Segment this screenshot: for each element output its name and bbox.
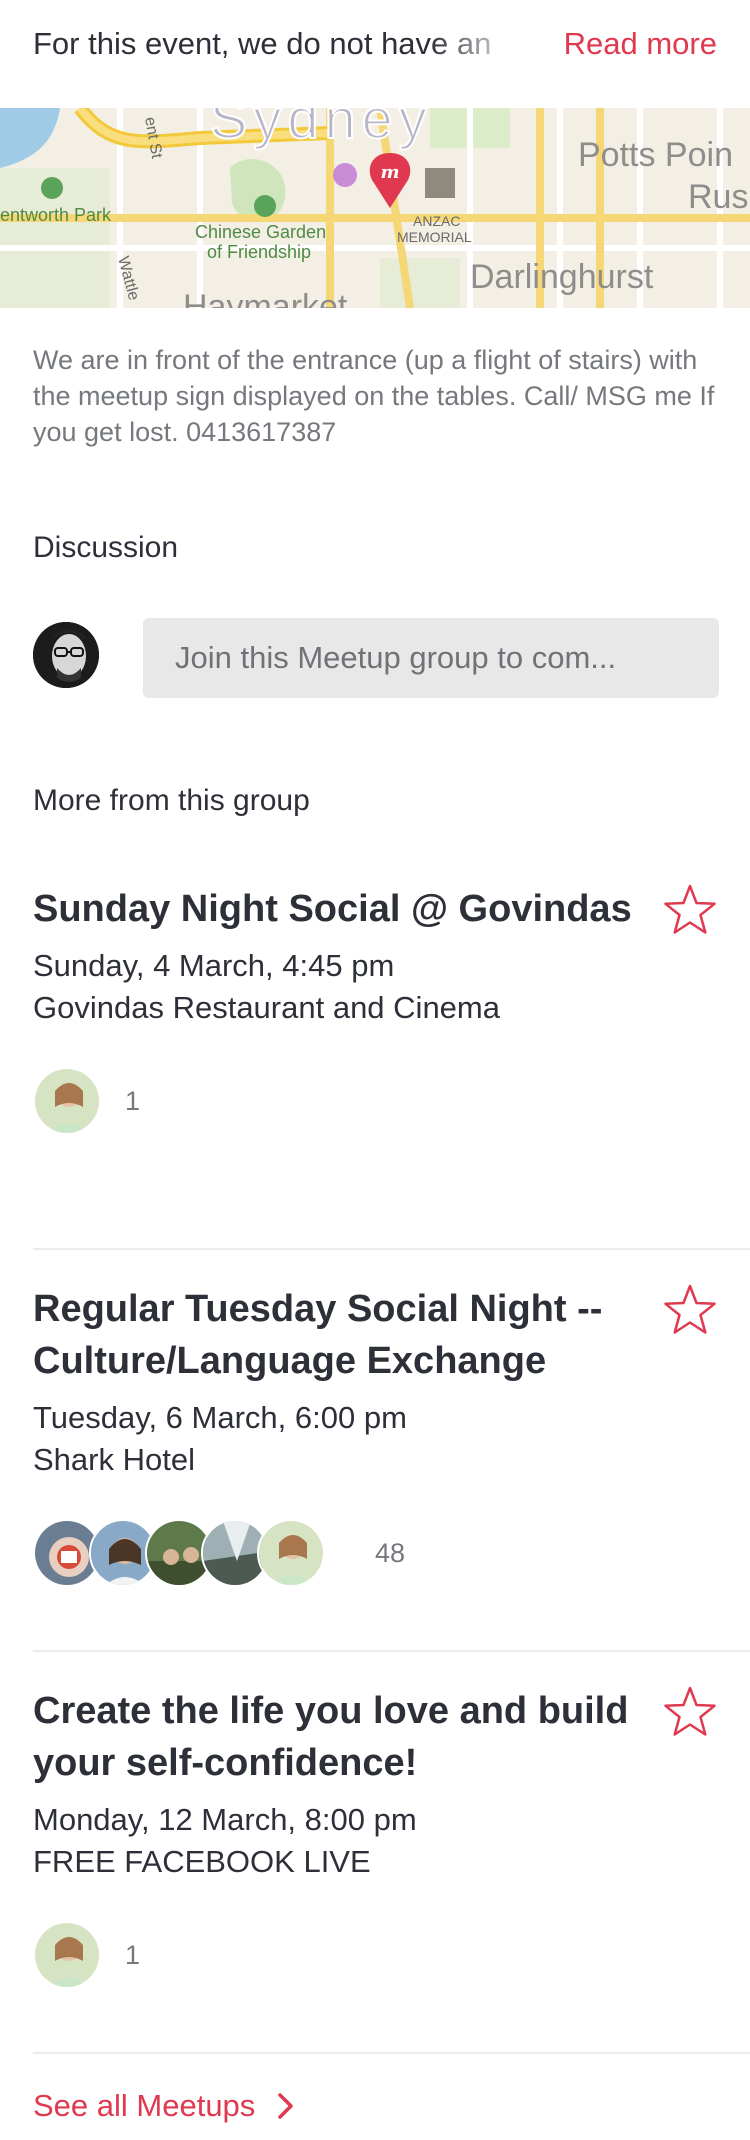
attendee-row[interactable]: 48 [33,1519,750,1587]
map-label-wentworth: entworth Park [0,205,112,225]
more-from-group-heading: More from this group [33,784,310,817]
event-title[interactable]: Regular Tuesday Social Night -- Culture/… [33,1283,643,1387]
event-description-row: For this event, we do not have an Read m… [0,0,750,108]
attendee-count: 1 [125,1940,141,1970]
event-card[interactable]: Regular Tuesday Social Night -- Culture/… [33,1283,750,1587]
star-icon[interactable] [663,883,717,937]
event-card[interactable]: Create the life you love and build your … [33,1685,750,1989]
user-avatar [33,622,99,688]
event-title[interactable]: Sunday Night Social @ Govindas [33,883,643,935]
map-label-chinese-garden-2: of Friendship [207,242,311,262]
map-label-anzac-2: MEMORIAL [397,229,472,245]
event-date: Monday, 12 March, 8:00 pm [33,1802,417,1837]
event-card[interactable]: Sunday Night Social @ Govindas Sunday, 4… [33,883,750,1135]
event-venue: Govindas Restaurant and Cinema [33,990,500,1025]
event-date: Sunday, 4 March, 4:45 pm [33,948,395,983]
see-all-label: See all Meetups [33,2088,256,2123]
svg-text:m: m [380,162,399,183]
star-icon[interactable] [663,1283,717,1337]
attendee-count: 48 [375,1538,406,1568]
discussion-row: Join this Meetup group to com... [33,618,719,698]
attendee-row[interactable]: 1 [33,1067,750,1135]
map-label-haymarket: Haymarket [183,288,348,308]
attendee-count: 1 [125,1086,141,1116]
attendee-avatar [257,1519,325,1587]
map-label-potts-point: Potts Poin [578,136,733,174]
read-more-link[interactable]: Read more [564,22,717,66]
map-label-darlinghurst: Darlinghurst [470,258,654,296]
map-label-rus: Rus [688,178,748,216]
event-venue: FREE FACEBOOK LIVE [33,1844,371,1879]
event-venue: Shark Hotel [33,1442,195,1477]
event-title[interactable]: Create the life you love and build your … [33,1685,643,1789]
location-directions-note: We are in front of the entrance (up a fl… [33,345,715,447]
event-divider [33,1650,750,1652]
see-all-meetups-link[interactable]: See all Meetups [33,2084,295,2128]
event-date: Tuesday, 6 March, 6:00 pm [33,1400,407,1435]
event-divider [33,2052,750,2054]
star-icon[interactable] [663,1685,717,1739]
attendee-avatar [33,1067,101,1135]
event-divider [33,1248,750,1250]
description-fade [430,10,540,80]
comment-input[interactable]: Join this Meetup group to com... [143,618,719,698]
event-location-map[interactable]: m Sydney Potts Poin Rus entworth Park Ch… [0,108,750,308]
map-label-chinese-garden-1: Chinese Garden [195,222,326,242]
map-label-anzac-1: ANZAC [413,213,460,229]
attendee-avatar [33,1921,101,1989]
map-label-city: Sydney [210,108,433,150]
discussion-heading: Discussion [33,531,179,564]
attendee-row[interactable]: 1 [33,1921,750,1989]
chevron-right-icon [278,2093,294,2119]
